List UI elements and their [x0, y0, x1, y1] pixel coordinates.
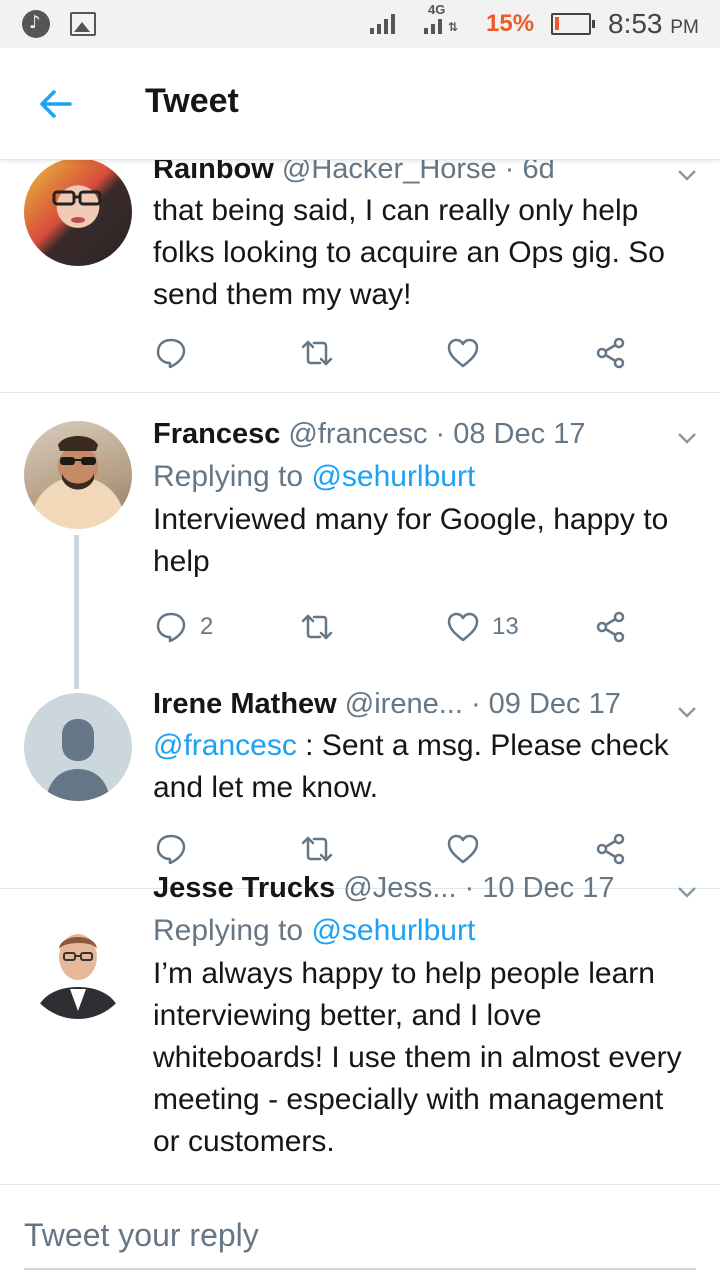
reply-icon: [156, 612, 186, 643]
tweet-actions: [0, 336, 720, 376]
chevron-down-icon[interactable]: [676, 427, 698, 449]
chevron-down-icon[interactable]: [676, 164, 698, 186]
tweet-text: @francesc : Sent a msg. Please check and…: [153, 725, 696, 809]
image-notification-icon: [70, 12, 96, 36]
retweet-button[interactable]: [300, 610, 334, 644]
mention-link[interactable]: @sehurlburt: [311, 460, 475, 493]
reply-timeline[interactable]: Rainbow @Hacker_Horse · 6d that being sa…: [0, 160, 720, 1184]
share-icon: [596, 337, 625, 369]
share-button[interactable]: [594, 610, 628, 644]
tweet-text: I’m always happy to help people learn in…: [153, 957, 682, 1158]
author-name[interactable]: Irene Mathew: [153, 688, 337, 720]
tweet-rainbow[interactable]: Rainbow @Hacker_Horse · 6d that being sa…: [0, 160, 720, 393]
default-avatar-icon[interactable]: [24, 693, 132, 801]
tweet-meta: Rainbow @Hacker_Horse · 6d: [153, 160, 696, 186]
avatar[interactable]: [24, 911, 132, 1019]
avatar[interactable]: [24, 421, 132, 529]
author-name[interactable]: Jesse Trucks: [153, 872, 335, 904]
clock: 8:53 PM: [608, 8, 699, 40]
person-silhouette-icon: [46, 719, 110, 801]
glasses-icon: [52, 190, 102, 223]
tweet-content: Irene Mathew @irene... · 09 Dec 17 @fran…: [153, 687, 696, 809]
tweet-meta: Francesc @francesc · 08 Dec 17: [153, 417, 696, 451]
music-notification-icon: [22, 10, 50, 38]
retweet-icon: [301, 614, 333, 640]
page-title: Tweet: [145, 82, 239, 120]
heart-icon: [447, 612, 479, 642]
tweet-text: that being said, I can really only help …: [153, 194, 665, 311]
signal-4g-icon: [424, 12, 442, 34]
author-name[interactable]: Francesc: [153, 418, 280, 450]
retweet-icon: [301, 340, 333, 366]
author-name[interactable]: Rainbow: [153, 160, 274, 185]
tweet-date: · 09 Dec 17: [470, 688, 621, 720]
tweet-meta: Jesse Trucks @Jess... · 10 Dec 17: [153, 871, 696, 905]
share-icon: [596, 611, 625, 643]
like-button[interactable]: [446, 336, 492, 370]
reply-button[interactable]: [154, 336, 200, 370]
author-handle[interactable]: @francesc: [288, 418, 427, 450]
tweet-date: · 10 Dec 17: [464, 872, 615, 904]
reply-input[interactable]: Tweet your reply: [24, 1217, 259, 1254]
like-button[interactable]: 13: [446, 610, 519, 644]
data-arrows-icon: ⇅: [448, 20, 459, 34]
retweet-button[interactable]: [300, 832, 334, 866]
tweet-content: Rainbow @Hacker_Horse · 6d that being sa…: [153, 160, 696, 316]
clock-ampm: PM: [670, 17, 699, 38]
tweet-date: · 6d: [504, 160, 555, 185]
app-header: Tweet: [0, 48, 720, 160]
sunglasses-icon: [58, 436, 98, 490]
replying-to-label: Replying to: [153, 460, 304, 493]
share-button[interactable]: [594, 832, 628, 866]
battery-icon: [551, 13, 595, 35]
reply-icon: [156, 834, 186, 865]
person-photo-icon: [34, 934, 122, 1019]
tweet-content: Jesse Trucks @Jess... · 10 Dec 17 Replyi…: [153, 871, 696, 1163]
reply-input-underline: [24, 1268, 696, 1270]
heart-icon: [447, 338, 479, 368]
signal-icon: [370, 12, 395, 34]
mention-link[interactable]: @francesc: [153, 729, 297, 762]
replying-to: Replying to @sehurlburt: [153, 459, 696, 495]
tweet-irene[interactable]: Irene Mathew @irene... · 09 Dec 17 @fran…: [0, 688, 720, 889]
like-count: 13: [492, 613, 519, 640]
replying-to-label: Replying to: [153, 914, 304, 947]
reply-count: 2: [200, 613, 214, 640]
retweet-button[interactable]: [300, 336, 334, 370]
author-handle[interactable]: @Jess...: [343, 872, 456, 904]
share-icon: [596, 833, 625, 865]
tweet-actions: 2 13: [0, 610, 720, 650]
battery-percent: 15%: [486, 10, 535, 37]
reply-icon: [156, 338, 186, 369]
tweet-francesc[interactable]: Francesc @francesc · 08 Dec 17 Replying …: [0, 393, 720, 691]
tweet-content: Francesc @francesc · 08 Dec 17 Replying …: [153, 417, 696, 583]
reply-bar: Tweet your reply: [0, 1184, 720, 1280]
tweet-jesse[interactable]: Jesse Trucks @Jess... · 10 Dec 17 Replyi…: [0, 872, 720, 1184]
author-handle[interactable]: @irene...: [345, 688, 463, 720]
chevron-down-icon[interactable]: [676, 881, 698, 903]
like-button[interactable]: [446, 832, 492, 866]
avatar[interactable]: [24, 160, 132, 266]
tweet-meta: Irene Mathew @irene... · 09 Dec 17: [153, 687, 696, 721]
replying-to: Replying to @sehurlburt: [153, 913, 696, 949]
arrow-left-icon[interactable]: [36, 84, 76, 124]
author-handle[interactable]: @Hacker_Horse: [282, 160, 497, 185]
chevron-down-icon[interactable]: [676, 701, 698, 723]
mention-link[interactable]: @sehurlburt: [311, 914, 475, 947]
heart-icon: [447, 834, 479, 864]
reply-button[interactable]: [154, 832, 200, 866]
tweet-text: Interviewed many for Google, happy to he…: [153, 503, 669, 578]
reply-button[interactable]: 2: [154, 610, 213, 644]
share-button[interactable]: [594, 336, 628, 370]
retweet-icon: [301, 836, 333, 862]
tweet-date: · 08 Dec 17: [435, 418, 586, 450]
status-bar: 4G ⇅ 15% 8:53 PM: [0, 0, 720, 48]
clock-time: 8:53: [608, 8, 663, 39]
tweet-actions: [0, 832, 720, 872]
